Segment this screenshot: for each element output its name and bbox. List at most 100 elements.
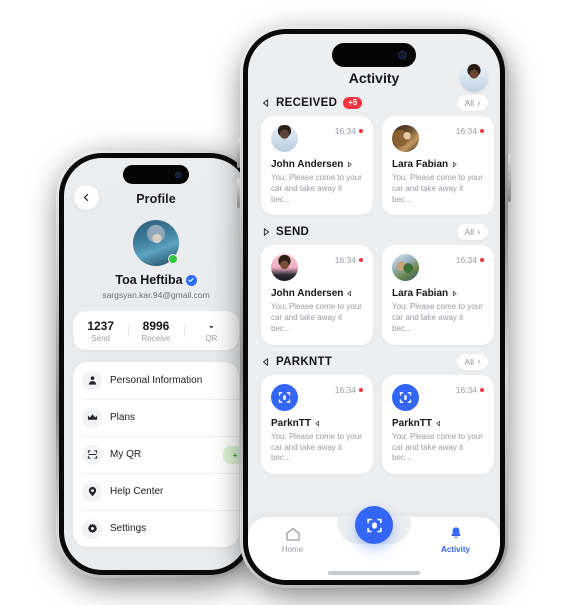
section-count-badge: +5 — [343, 97, 363, 109]
card-name-row: John Andersen — [271, 159, 363, 170]
contact-name: John Andersen — [271, 159, 344, 170]
message-preview: You: Please come to your car and take aw… — [271, 302, 362, 333]
card-meta: 16:34 — [335, 254, 363, 265]
chevron-right-icon — [477, 101, 480, 105]
card-top: 16:34 — [271, 254, 363, 282]
menu-item-my-qr[interactable]: My QR + Add — [73, 436, 239, 473]
stat-send[interactable]: 1237 Send — [73, 319, 128, 343]
stat-label: Send — [91, 333, 110, 343]
send-arrow-icon — [453, 161, 457, 168]
card-name-row: ParknTT — [392, 418, 484, 429]
unread-dot — [359, 129, 363, 133]
receive-arrow-icon — [347, 291, 352, 297]
tab-activity[interactable]: Activity — [411, 526, 500, 554]
card-top: 16:34 — [271, 125, 363, 152]
activity-screen: Activity RECEIVED +5 All 16:34 John Ande… — [248, 34, 500, 580]
card-top: 16:34 — [392, 125, 484, 152]
card-meta: 16:34 — [456, 384, 484, 395]
menu-item-settings[interactable]: Settings — [73, 510, 239, 547]
card-name-row: Lara Fabian — [392, 159, 484, 170]
section-title: SEND — [276, 226, 310, 239]
page-title: Profile — [136, 192, 176, 206]
message-preview: You: Please come to your car and take aw… — [271, 173, 362, 204]
activity-card[interactable]: 16:34 ParknTT You: Please come to your c… — [382, 374, 494, 475]
section-all-button-received[interactable]: All — [456, 95, 488, 111]
activity-card[interactable]: 16:34 Lara Fabian You: Please come to yo… — [382, 245, 494, 345]
help-circle-icon — [82, 481, 102, 502]
activity-card[interactable]: 16:34 John Andersen You: Please come to … — [261, 245, 373, 345]
volume-down-button[interactable] — [237, 178, 240, 208]
activity-card[interactable]: 16:34 Lara Fabian You: Please come to yo… — [382, 116, 494, 216]
qr-scan-icon — [82, 444, 102, 465]
power-button[interactable] — [508, 154, 511, 202]
menu-item-help-center[interactable]: Help Center — [73, 473, 239, 510]
unread-dot — [480, 129, 484, 133]
contact-name: Lara Fabian — [392, 288, 449, 300]
avatar — [392, 254, 419, 282]
receive-arrow-icon — [315, 420, 319, 426]
send-arrow-icon — [261, 227, 271, 237]
contact-name: ParknTT — [271, 417, 312, 429]
add-qr-badge[interactable]: + Add — [223, 445, 239, 464]
stat-value: - — [209, 318, 214, 333]
message-preview: You: Please come to your car and take aw… — [271, 431, 362, 463]
profile-name-row: Toa Heftiba — [64, 273, 248, 287]
avatar — [392, 125, 419, 152]
profile-name: Toa Heftiba — [115, 273, 183, 287]
page-title: Activity — [348, 70, 400, 86]
all-label: All — [464, 227, 474, 238]
online-status-dot — [168, 254, 178, 264]
stat-qr[interactable]: - QR — [183, 318, 239, 343]
chevron-left-icon — [84, 193, 89, 202]
dynamic-island — [123, 165, 189, 184]
card-row-send: 16:34 John Andersen You: Please come to … — [248, 245, 500, 345]
stat-value: 1237 — [87, 318, 115, 333]
screenshot-stage: Profile Toa Heftiba sargsyan.kar.94@gmai… — [0, 0, 579, 605]
timestamp: 16:34 — [334, 384, 356, 395]
back-button[interactable] — [74, 185, 99, 210]
timestamp: 16:34 — [334, 255, 356, 266]
message-preview: You: Please come to your car and take aw… — [392, 431, 483, 463]
dynamic-island — [332, 43, 416, 67]
menu-item-plans[interactable]: Plans — [73, 399, 239, 436]
unread-dot — [480, 258, 484, 263]
app-logo-avatar — [271, 383, 298, 411]
section-all-button-send[interactable]: All — [456, 224, 488, 241]
all-label: All — [464, 356, 474, 367]
stat-receive[interactable]: 8996 Receive — [128, 319, 183, 343]
timestamp: 16:34 — [455, 384, 477, 395]
profile-screen: Profile Toa Heftiba sargsyan.kar.94@gmai… — [64, 158, 248, 570]
crown-icon — [82, 407, 102, 428]
menu-item-label: Settings — [110, 523, 147, 534]
profile-phone-device: Profile Toa Heftiba sargsyan.kar.94@gmai… — [56, 150, 256, 578]
receive-arrow-icon — [261, 357, 271, 367]
section-title: PARKNTT — [276, 355, 333, 368]
verified-badge-icon — [185, 274, 197, 286]
tab-home[interactable]: Home — [248, 526, 337, 554]
activity-card[interactable]: 16:34 John Andersen You: Please come to … — [261, 116, 373, 216]
profile-stats: 1237 Send 8996 Receive - QR — [73, 311, 239, 350]
home-indicator — [328, 571, 420, 575]
volume-up-button[interactable] — [237, 138, 240, 168]
timestamp: 16:34 — [455, 255, 477, 266]
contact-name: Lara Fabian — [392, 159, 449, 170]
menu-item-personal-information[interactable]: Personal Information — [73, 362, 239, 399]
menu-item-label: Personal Information — [110, 375, 203, 386]
chevron-right-icon — [477, 359, 480, 364]
activity-card[interactable]: 16:34 ParknTT You: Please come to your c… — [261, 374, 373, 475]
card-meta: 16:34 — [456, 125, 484, 136]
all-label: All — [464, 98, 474, 108]
tab-label: Home — [281, 545, 304, 554]
person-icon — [82, 370, 102, 391]
section-title: RECEIVED — [276, 97, 338, 109]
scan-fab-button[interactable] — [355, 506, 393, 544]
front-camera-icon — [175, 171, 182, 178]
stat-label: QR — [205, 333, 218, 343]
front-camera-icon — [398, 50, 407, 60]
timestamp: 16:34 — [455, 126, 477, 136]
section-all-button-parkntt[interactable]: All — [456, 353, 488, 370]
section-header-send: SEND All — [248, 215, 500, 245]
gear-icon — [82, 518, 102, 539]
contact-name: John Andersen — [271, 288, 344, 300]
contact-name: ParknTT — [392, 417, 433, 429]
